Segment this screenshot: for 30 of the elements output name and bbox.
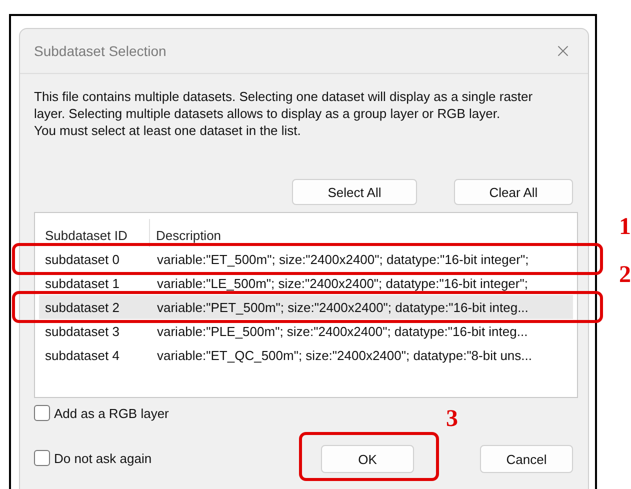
checkbox-label: Add as a RGB layer [54,406,169,420]
id-cell-text: subdataset 4 [44,348,120,362]
checkbox-label: Do not ask again [54,450,152,466]
id-cell-text: subdataset 3 [44,324,120,338]
ok-button[interactable]: OK [321,445,414,473]
callout-number: 3 [446,407,458,431]
id-cell-text: subdataset 2 [44,300,120,314]
description-cell-text: variable:"ET_500m"; size:"2400x2400"; datatype:"16-bit integer"; [156,252,530,266]
dataset-row[interactable]: subdataset 3 variable:"PLE_500m"; size:"2400x2400"; datatype:"16-bit integ... [39,319,573,343]
checkbox[interactable] [34,450,50,466]
column-header[interactable]: Description [150,219,573,247]
id-cell-text: subdataset 1 [44,276,120,290]
description-cell-text: variable:"ET_QC_500m"; size:"2400x2400"; datatype:"8-bit uns... [156,348,534,362]
checkbox[interactable] [34,405,50,421]
callout-number: 2 [619,263,631,287]
description-cell-text: variable:"LE_500m"; size:"2400x2400"; datatype:"16-bit integer"; [156,276,529,290]
clear-all-button[interactable]: Clear All [454,179,573,205]
window-title: Subdataset Selection [34,43,166,59]
id-cell-text: subdataset 0 [44,252,120,266]
description-cell-text: variable:"PLE_500m"; size:"2400x2400"; datatype:"16-bit integ... [156,324,529,338]
dataset-row[interactable]: subdataset 2 variable:"PET_500m"; size:"2400x2400"; datatype:"16-bit integ... [39,295,573,319]
cancel-button[interactable]: Cancel [480,445,573,473]
dataset-row[interactable]: subdataset 1 variable:"LE_500m"; size:"2400x2400"; datatype:"16-bit integer"; [39,271,573,295]
dataset-row[interactable]: subdataset 0 variable:"ET_500m"; size:"2400x2400"; datatype:"16-bit integer"; [39,247,573,271]
select-all-button[interactable]: Select All [292,179,417,205]
dataset-row[interactable]: subdataset 4 variable:"ET_QC_500m"; size:"2400x2400"; datatype:"8-bit uns... [39,343,573,367]
message-text: This file contains multiple datasets. Selecting one dataset will display as a single raster layer. Selecting multiple datasets allows to display as a group layer or RGB layer. You must select at least one dataset in the list. [34,88,534,139]
callout-number: 1 [619,215,631,239]
description-cell-text: variable:"PET_500m"; size:"2400x2400"; datatype:"16-bit integ... [156,300,530,314]
column-header[interactable]: Subdataset ID [39,219,150,247]
